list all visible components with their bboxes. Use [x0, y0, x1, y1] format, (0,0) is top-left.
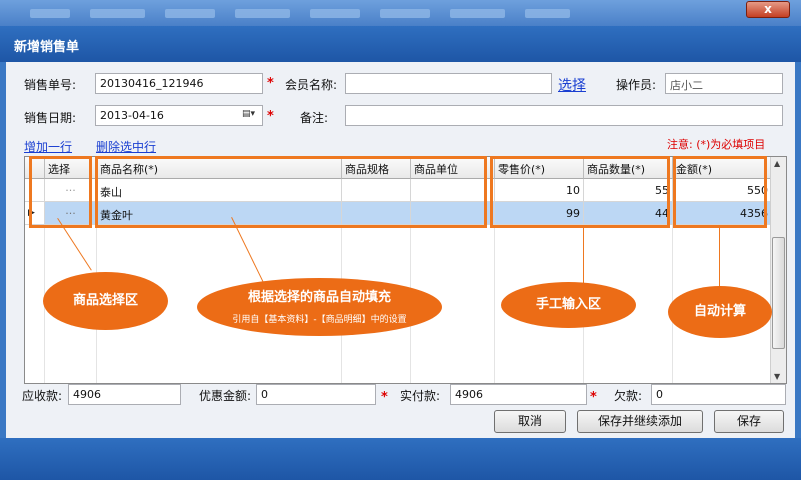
required-mark: * [590, 390, 597, 405]
order-no-label: 销售单号: [24, 78, 77, 92]
date-label: 销售日期: [24, 111, 77, 125]
callout-line [583, 228, 584, 284]
background-menu-item [165, 9, 215, 18]
callout-line [719, 228, 720, 290]
background-menu-item [525, 9, 570, 18]
background-menu-item [380, 9, 430, 18]
required-mark: * [267, 109, 274, 124]
annotation-auto-fill-title: 根据选择的商品自动填充 [247, 290, 391, 305]
paid-label: 实付款: [400, 389, 441, 403]
receivable-field[interactable]: 4906 [68, 384, 181, 405]
form-panel: 销售单号: 20130416_121946 * 会员名称: 选择 操作员: 店小… [6, 62, 795, 438]
annotation-auto-calc: 自动计算 [668, 286, 772, 338]
member-label: 会员名称: [285, 78, 338, 92]
annotation-product-select: 商品选择区 [43, 272, 168, 330]
background-menu-item [235, 9, 290, 18]
select-column-highlight [29, 156, 92, 228]
date-value: 2013-04-16 [100, 109, 164, 122]
remark-field[interactable] [345, 105, 783, 126]
save-and-continue-button[interactable]: 保存并继续添加 [577, 410, 703, 433]
annotation-auto-fill-sub: 引用自【基本资料】-【商品明细】中的设置 [232, 315, 407, 325]
operator-field[interactable]: 店小二 [665, 73, 783, 94]
operator-label: 操作员: [616, 78, 657, 92]
scroll-thumb[interactable] [772, 237, 785, 349]
scroll-down-icon[interactable]: ▼ [774, 372, 780, 381]
background-menu-item [90, 9, 145, 18]
background-app-header [0, 0, 801, 26]
required-mark: * [381, 390, 388, 405]
discount-field[interactable]: 0 [256, 384, 376, 405]
grid-scrollbar[interactable]: ▲ ▼ [770, 157, 786, 383]
member-field[interactable] [345, 73, 552, 94]
discount-label: 优惠金额: [199, 389, 252, 403]
save-button[interactable]: 保存 [714, 410, 784, 433]
background-menu-item [30, 9, 70, 18]
annotation-auto-fill: 根据选择的商品自动填充 引用自【基本资料】-【商品明细】中的设置 [197, 278, 442, 336]
add-row-link[interactable]: 增加一行 [24, 138, 72, 155]
dialog-title: 新增销售单 [0, 26, 801, 62]
paid-field[interactable]: 4906 [450, 384, 587, 405]
owed-label: 欠款: [614, 389, 643, 403]
manual-input-highlight [490, 156, 670, 228]
calendar-dropdown-icon[interactable]: ▤▾ [242, 109, 260, 122]
close-button[interactable]: x [746, 1, 790, 18]
owed-field[interactable]: 0 [651, 384, 786, 405]
cancel-button[interactable]: 取消 [494, 410, 566, 433]
background-menu-item [310, 9, 360, 18]
annotation-manual-input: 手工输入区 [501, 282, 636, 328]
required-mark: * [267, 76, 274, 91]
select-member-link[interactable]: 选择 [558, 75, 586, 95]
auto-calc-highlight [673, 156, 767, 228]
auto-fill-highlight [95, 156, 487, 228]
footer-bar [0, 438, 801, 480]
date-picker[interactable]: 2013-04-16 ▤▾ [95, 105, 263, 126]
required-note: 注意: (*)为必填项目 [667, 138, 766, 151]
scroll-up-icon[interactable]: ▲ [774, 159, 780, 168]
receivable-label: 应收款: [22, 389, 63, 403]
background-menu-item [450, 9, 505, 18]
delete-row-link[interactable]: 删除选中行 [96, 138, 156, 155]
remark-label: 备注: [300, 111, 329, 125]
order-no-field[interactable]: 20130416_121946 [95, 73, 263, 94]
